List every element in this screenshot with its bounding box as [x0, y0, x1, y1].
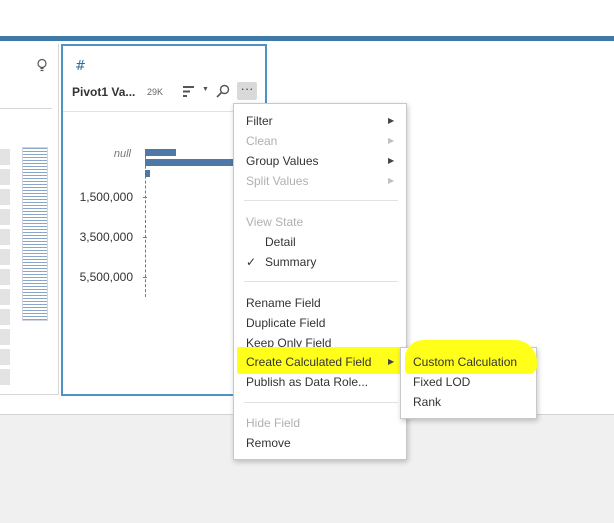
- menu-item-label: Detail: [265, 235, 296, 249]
- more-icon[interactable]: ···: [237, 82, 257, 100]
- sort-icon[interactable]: [183, 86, 195, 97]
- menu-item-split-values: Split Values ▶: [234, 171, 406, 191]
- submenu-arrow-icon: ▶: [388, 136, 395, 145]
- view-state-header: View State: [234, 212, 406, 232]
- menu-item-label: Hide Field: [246, 416, 301, 430]
- histogram-bar[interactable]: [145, 170, 150, 177]
- menu-item-group-values[interactable]: Group Values ▶: [234, 151, 406, 171]
- menu-separator: [244, 402, 398, 403]
- menu-item-label: Create Calculated Field: [246, 355, 372, 369]
- menu-item-filter[interactable]: Filter ▶: [234, 111, 406, 131]
- menu-item-label: Split Values: [246, 174, 309, 188]
- menu-item-detail[interactable]: Detail: [234, 232, 406, 252]
- menu-item-label: Clean: [246, 134, 278, 148]
- number-type-icon: #: [75, 59, 86, 74]
- axis-label: 1,500,000: [79, 190, 133, 204]
- value-rows: [0, 149, 10, 389]
- submenu-arrow-icon: ▶: [388, 156, 395, 165]
- mini-histogram[interactable]: [22, 147, 48, 321]
- menu-separator: [244, 200, 398, 201]
- menu-item-label: Group Values: [246, 154, 319, 168]
- menu-item-label: Summary: [265, 255, 317, 269]
- menu-item-label: Filter: [246, 114, 273, 128]
- submenu-arrow-icon: ▶: [388, 357, 395, 366]
- null-label: null: [113, 148, 131, 160]
- submenu-item-rank[interactable]: Rank: [413, 392, 441, 412]
- axis-tick: [143, 277, 147, 278]
- axis-label: 5,500,000: [79, 270, 133, 284]
- menu-item-summary[interactable]: ✓ Summary: [234, 252, 406, 272]
- menu-section-label: View State: [246, 215, 304, 229]
- menu-item-duplicate-field[interactable]: Duplicate Field: [234, 313, 406, 333]
- left-profile-card[interactable]: [0, 44, 59, 395]
- menu-item-label: Remove: [246, 436, 291, 450]
- check-icon: ✓: [246, 255, 257, 269]
- menu-item-publish-as-data-role[interactable]: Publish as Data Role...: [234, 372, 406, 392]
- field-title[interactable]: Pivot1 Va...: [72, 85, 135, 99]
- menu-item-hide-field: Hide Field: [234, 413, 406, 433]
- axis-tick: [143, 237, 147, 238]
- distinct-count: 29K: [147, 87, 164, 97]
- menu-item-clean: Clean ▶: [234, 131, 406, 151]
- lightbulb-icon[interactable]: [36, 58, 48, 74]
- menu-separator: [244, 281, 398, 282]
- submenu-arrow-icon: ▶: [388, 176, 395, 185]
- submenu-item-custom-calculation[interactable]: Custom Calculation: [413, 352, 517, 372]
- axis-label: 3,500,000: [79, 230, 133, 244]
- submenu-arrow-icon: ▶: [388, 116, 395, 125]
- submenu-item-fixed-lod[interactable]: Fixed LOD: [413, 372, 470, 392]
- search-icon[interactable]: [216, 84, 230, 98]
- menu-item-label: Publish as Data Role...: [246, 375, 369, 389]
- top-strip: [0, 0, 614, 36]
- menu-item-rename-field[interactable]: Rename Field: [234, 293, 406, 313]
- sort-dropdown-icon[interactable]: ▼: [202, 86, 209, 93]
- histogram-bar[interactable]: [145, 149, 176, 156]
- axis-tick: [143, 197, 147, 198]
- menu-item-label: Rename Field: [246, 296, 321, 310]
- menu-item-label: Duplicate Field: [246, 316, 326, 330]
- menu-item-remove[interactable]: Remove: [234, 433, 406, 453]
- context-menu[interactable]: Filter ▶ Clean ▶ Group Values ▶ Split Va…: [233, 103, 407, 460]
- menu-item-create-calculated-field[interactable]: Create Calculated Field ▶: [234, 352, 406, 372]
- card-divider: [0, 108, 52, 109]
